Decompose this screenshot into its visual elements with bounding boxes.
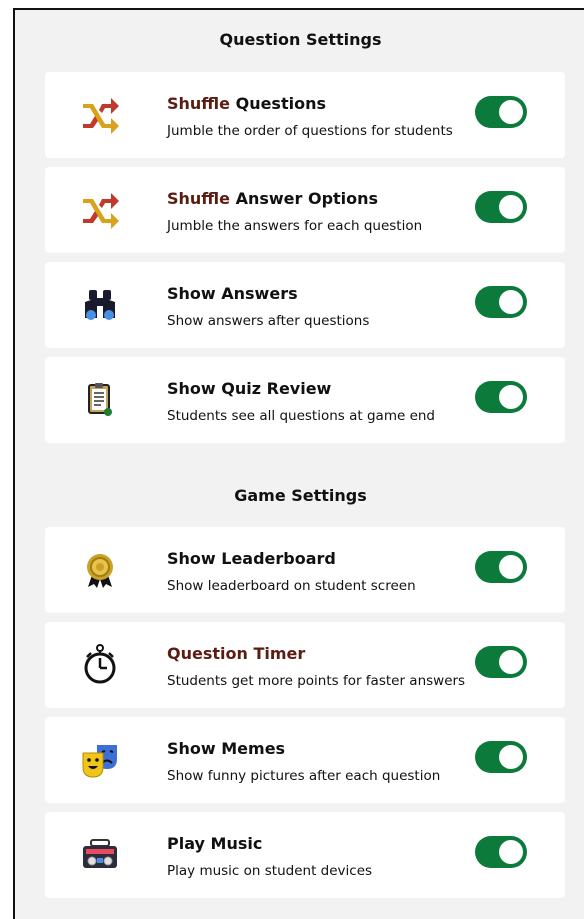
setting-question-timer: Question Timer Students get more points …	[45, 622, 565, 708]
toggle-knob	[499, 555, 523, 579]
show-leaderboard-toggle[interactable]	[475, 551, 527, 583]
toggle-knob	[499, 195, 523, 219]
setting-title: Question Timer	[167, 644, 306, 663]
shuffle-icon	[79, 94, 121, 136]
setting-description: Jumble the answers for each question	[167, 218, 423, 234]
toggle-knob	[499, 290, 523, 314]
setting-description: Jumble the order of questions for studen…	[167, 123, 453, 139]
setting-play-music: Play Music Play music on student devices	[45, 812, 565, 898]
setting-shuffle-answer-options: Shuffle Answer Options Jumble the answer…	[45, 167, 565, 253]
medal-icon	[79, 549, 121, 591]
setting-title: Shuffle Questions	[167, 94, 326, 113]
theater-masks-icon	[79, 739, 121, 781]
boombox-icon	[79, 834, 121, 876]
setting-show-answers: Show Answers Show answers after question…	[45, 262, 565, 348]
question-settings-heading: Question Settings	[219, 30, 382, 49]
setting-description: Students see all questions at game end	[167, 408, 435, 424]
setting-description: Show answers after questions	[167, 313, 370, 329]
show-quiz-review-toggle[interactable]	[475, 381, 527, 413]
clipboard-icon	[79, 379, 121, 421]
setting-title: Show Memes	[167, 739, 286, 758]
setting-title: Show Answers	[167, 284, 298, 303]
setting-show-leaderboard: Show Leaderboard Show leaderboard on stu…	[45, 527, 565, 613]
settings-panel: Question Settings Shuffle Questions Jumb…	[13, 8, 584, 919]
show-answers-toggle[interactable]	[475, 286, 527, 318]
binoculars-icon	[79, 284, 121, 326]
setting-show-memes: Show Memes Show funny pictures after eac…	[45, 717, 565, 803]
setting-title: Shuffle Answer Options	[167, 189, 379, 208]
setting-title: Show Leaderboard	[167, 549, 336, 568]
stopwatch-icon	[79, 644, 121, 686]
setting-description: Show funny pictures after each question	[167, 768, 441, 784]
toggle-knob	[499, 385, 523, 409]
shuffle-answer-options-toggle[interactable]	[475, 191, 527, 223]
setting-shuffle-questions: Shuffle Questions Jumble the order of qu…	[45, 72, 565, 158]
setting-title: Play Music	[167, 834, 263, 853]
shuffle-icon	[79, 189, 121, 231]
shuffle-questions-toggle[interactable]	[475, 96, 527, 128]
game-settings-heading: Game Settings	[234, 486, 367, 505]
toggle-knob	[499, 100, 523, 124]
setting-description: Show leaderboard on student screen	[167, 578, 416, 594]
setting-show-quiz-review: Show Quiz Review Students see all questi…	[45, 357, 565, 443]
toggle-knob	[499, 745, 523, 769]
show-memes-toggle[interactable]	[475, 741, 527, 773]
play-music-toggle[interactable]	[475, 836, 527, 868]
toggle-knob	[499, 840, 523, 864]
setting-description: Students get more points for faster answ…	[167, 673, 466, 689]
setting-title: Show Quiz Review	[167, 379, 332, 398]
toggle-knob	[499, 650, 523, 674]
setting-description: Play music on student devices	[167, 863, 373, 879]
question-timer-toggle[interactable]	[475, 646, 527, 678]
